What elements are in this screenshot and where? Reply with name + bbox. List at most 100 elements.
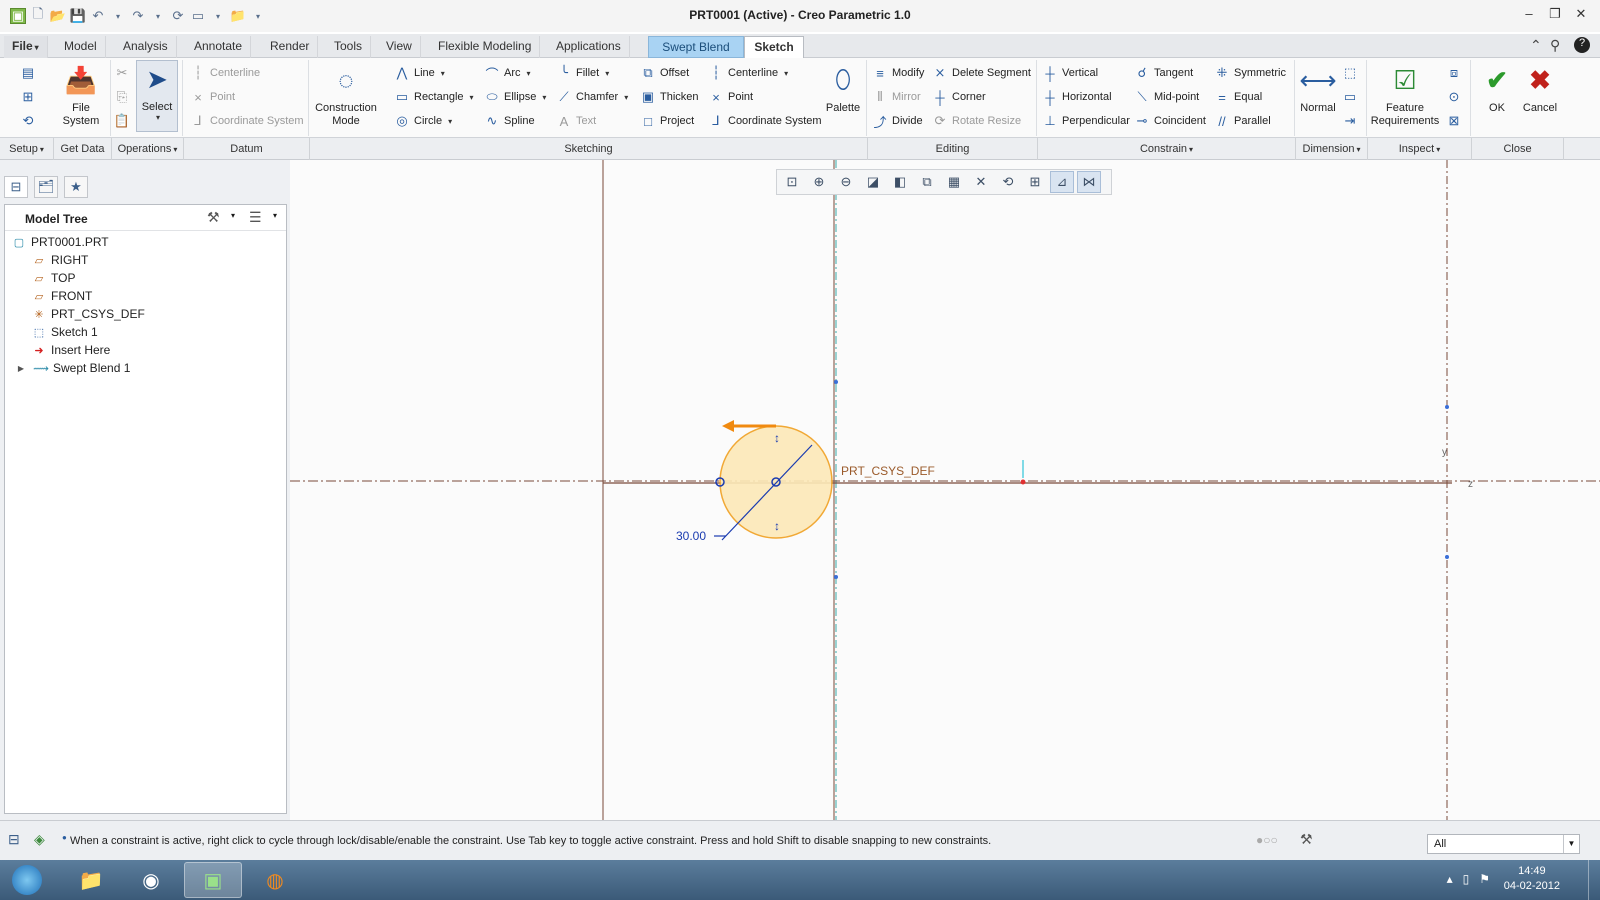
file-system-button[interactable]: 📥 File System: [56, 62, 106, 128]
project-button[interactable]: □ Project: [640, 110, 694, 132]
circle-button[interactable]: ◎ Circle ▾: [394, 110, 452, 132]
cut-button[interactable]: ✂: [114, 62, 130, 84]
chamfer-dropdown-icon[interactable]: ▾: [624, 93, 628, 102]
rectangle-dropdown-icon[interactable]: ▾: [470, 93, 474, 102]
line-dropdown-icon[interactable]: ▾: [441, 69, 445, 78]
show-menu-dropdown-icon[interactable]: ▾: [273, 211, 277, 220]
expand-icon[interactable]: ▶: [13, 361, 29, 375]
parallel-constraint-button[interactable]: // Parallel: [1214, 110, 1270, 132]
tangent-constraint-button[interactable]: ☌ Tangent: [1134, 62, 1194, 84]
select-dropdown-icon[interactable]: ▾: [139, 113, 177, 122]
ellipse-button[interactable]: ⬭ Ellipse ▾: [484, 86, 546, 108]
centerline-dropdown-icon[interactable]: ▾: [784, 69, 788, 78]
tree-item-right[interactable]: ▱ RIGHT: [31, 251, 89, 269]
symmetric-constraint-button[interactable]: ⁜ Symmetric: [1214, 62, 1286, 84]
select-button[interactable]: ➤ Select ▾: [136, 60, 178, 132]
palette-button[interactable]: ⬯ Palette: [820, 62, 866, 114]
mirror-button[interactable]: ⫴ Mirror: [872, 86, 920, 108]
cancel-button[interactable]: ✖ Cancel: [1514, 62, 1566, 115]
mid-point-constraint-button[interactable]: ⟍ Mid-point: [1134, 86, 1199, 108]
group-constrain[interactable]: Constrain ▾: [1038, 138, 1296, 160]
spin-center-icon[interactable]: ⟲: [996, 171, 1020, 193]
zoom-out-icon[interactable]: ⊖: [834, 171, 858, 193]
tree-settings-icon[interactable]: ⚒: [207, 209, 220, 226]
group-dimension[interactable]: Dimension ▾: [1296, 138, 1368, 160]
start-button[interactable]: [0, 862, 54, 898]
offset-button[interactable]: ⧉ Offset: [640, 62, 689, 84]
datum-coordinate-system-button[interactable]: ⅃ Coordinate System: [190, 110, 303, 132]
rotate-resize-button[interactable]: ⟳ Rotate Resize: [932, 110, 1022, 132]
shade-closed-loops-button[interactable]: ⊠: [1446, 110, 1462, 132]
corner-button[interactable]: ┼ Corner: [932, 86, 985, 108]
taskbar-media[interactable]: ◉: [122, 862, 180, 898]
copy-button[interactable]: ⎘: [114, 86, 130, 108]
tree-item-part[interactable]: ▢ PRT0001.PRT: [11, 233, 109, 251]
line-button[interactable]: ⋀ Line ▾: [394, 62, 445, 84]
tree-settings-dropdown-icon[interactable]: ▾: [231, 211, 235, 220]
flag-icon[interactable]: ⚑: [1479, 872, 1490, 886]
sketch-view-button[interactable]: ⟲: [20, 110, 36, 132]
thicken-button[interactable]: ▣ Thicken: [640, 86, 699, 108]
show-navigator-icon[interactable]: ⊟: [8, 831, 20, 848]
coincident-constraint-button[interactable]: ⊸ Coincident: [1134, 110, 1206, 132]
view-manager-icon[interactable]: ▦: [942, 171, 966, 193]
references-button[interactable]: ⊞: [20, 86, 36, 108]
perimeter-dimension-button[interactable]: ⬚: [1342, 62, 1358, 84]
taskbar-firefox[interactable]: ◍: [246, 862, 304, 898]
show-desktop-button[interactable]: [1588, 860, 1600, 900]
datum-centerline-button[interactable]: ┆ Centerline: [190, 62, 260, 84]
delete-segment-button[interactable]: ⨯ Delete Segment: [932, 62, 1031, 84]
close-icon[interactable]: ✕: [1570, 6, 1592, 26]
sketch-centerline-button[interactable]: ┆ Centerline ▾: [708, 62, 788, 84]
help-icon[interactable]: ?: [1574, 37, 1590, 53]
graphics-window[interactable]: ↕ ↕ PRT_CSYS_DEF 30.00 y z: [290, 160, 1600, 820]
folder-browser-tab-icon[interactable]: 🗂: [34, 176, 58, 198]
tree-item-top[interactable]: ▱ TOP: [31, 269, 76, 287]
zoom-in-icon[interactable]: ⊕: [807, 171, 831, 193]
tab-flexible-modeling[interactable]: Flexible Modeling: [430, 36, 541, 58]
tree-item-front[interactable]: ▱ FRONT: [31, 287, 93, 305]
sketch-display-filters-icon[interactable]: ⊞: [1023, 171, 1047, 193]
tree-item-csys[interactable]: ✳ PRT_CSYS_DEF: [31, 305, 144, 323]
network-icon[interactable]: ▯: [1463, 872, 1470, 886]
taskbar-explorer[interactable]: 📁: [62, 862, 120, 898]
spline-button[interactable]: ∿ Spline: [484, 110, 535, 132]
baseline-dimension-button[interactable]: ▭: [1342, 86, 1358, 108]
vertical-constraint-button[interactable]: ┼ Vertical: [1042, 62, 1098, 84]
tab-model[interactable]: Model: [56, 36, 106, 58]
construction-mode-button[interactable]: ◌ Construction Mode: [312, 62, 380, 128]
show-browser-icon[interactable]: ◈: [34, 831, 45, 848]
normal-dimension-button[interactable]: ⟷ Normal: [1298, 62, 1338, 115]
chamfer-button[interactable]: ⟋ Chamfer ▾: [556, 86, 628, 108]
group-inspect[interactable]: Inspect ▾: [1368, 138, 1472, 160]
sketch-canvas[interactable]: ↕ ↕ PRT_CSYS_DEF 30.00 y z: [290, 160, 1600, 820]
saved-orientations-icon[interactable]: ⧉: [915, 171, 939, 193]
tab-view[interactable]: View: [378, 36, 421, 58]
paste-button[interactable]: 📋: [114, 110, 130, 132]
tab-analysis[interactable]: Analysis: [115, 36, 177, 58]
tab-render[interactable]: Render: [262, 36, 319, 58]
model-tree-tab-icon[interactable]: ⊟: [4, 176, 28, 198]
group-setup[interactable]: Setup ▾: [0, 138, 54, 160]
sketch-coordinate-system-button[interactable]: ⅃ Coordinate System: [708, 110, 821, 132]
ellipse-dropdown-icon[interactable]: ▾: [542, 93, 546, 102]
feature-requirements-button[interactable]: ☑ Feature Requirements: [1368, 62, 1442, 128]
overlapping-geometry-button[interactable]: ⧈: [1446, 62, 1462, 84]
display-style-icon[interactable]: ◧: [888, 171, 912, 193]
minimize-icon[interactable]: –: [1518, 6, 1540, 26]
arc-button[interactable]: ⌒ Arc ▾: [484, 62, 530, 84]
sketch-setup-button[interactable]: ▤: [20, 62, 36, 84]
sketch-view-icon[interactable]: ⊿: [1050, 171, 1074, 193]
sketch-point-button[interactable]: × Point: [708, 86, 753, 108]
circle-dropdown-icon[interactable]: ▾: [448, 117, 452, 126]
tab-swept-blend[interactable]: Swept Blend: [648, 36, 744, 58]
horizontal-constraint-button[interactable]: ┼ Horizontal: [1042, 86, 1111, 108]
selection-filter[interactable]: All ▼: [1427, 834, 1580, 854]
constraint-display-icon[interactable]: ⋈: [1077, 171, 1101, 193]
tree-item-insert-here[interactable]: ➜ Insert Here: [31, 341, 110, 359]
datum-point-button[interactable]: × Point: [190, 86, 235, 108]
tab-sketch[interactable]: Sketch: [744, 36, 804, 59]
perpendicular-constraint-button[interactable]: ⊥ Perpendicular: [1042, 110, 1130, 132]
tree-item-swept-blend[interactable]: ▶ ⟿ Swept Blend 1: [13, 359, 130, 377]
fillet-button[interactable]: ╰ Fillet ▾: [556, 62, 609, 84]
